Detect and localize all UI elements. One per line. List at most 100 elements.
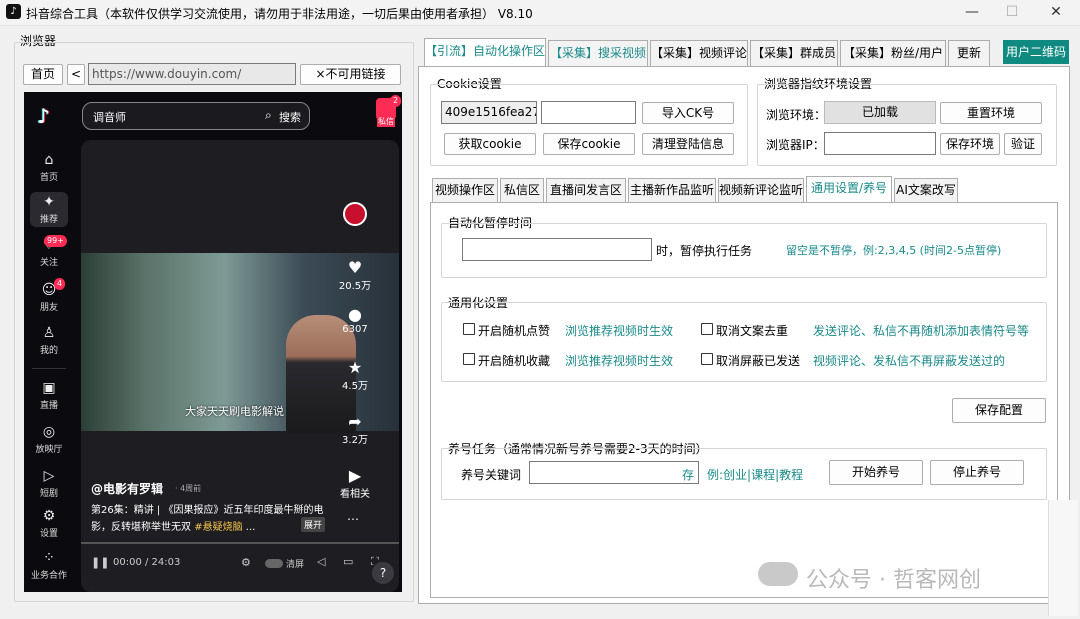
tab-collect-videos[interactable]: 【采集】搜采视频 (548, 40, 648, 66)
back-button[interactable]: < (67, 64, 85, 85)
video-desc-line1: 第26集：精讲 | 《因果报应》近五年印度最牛掰的电 (91, 505, 324, 516)
random-fav-checkbox[interactable] (463, 353, 475, 365)
pause-icon[interactable]: ❚❚ (91, 556, 109, 569)
douyin-webview[interactable]: ♪ ⌂首页 ✦推荐 ♡关注 99+ ☺朋友 4 ♙我的 ▣直播 ◎放映厅 ▷短剧… (24, 92, 402, 592)
nav-cinema[interactable]: ◎ 放映厅 (24, 424, 74, 455)
cancel-block-checkbox[interactable] (701, 353, 713, 365)
tab-collect-fans[interactable]: 【采集】粉丝/用户 (840, 40, 946, 66)
general-group (441, 302, 1047, 382)
play-icon: ▷ (43, 468, 55, 484)
nav-live[interactable]: ▣ 直播 (24, 380, 74, 411)
grid-icon: ⁘ (43, 550, 55, 566)
nav-home[interactable]: ⌂ 首页 (24, 152, 74, 183)
video-author[interactable]: @电影有罗辑 (91, 480, 163, 497)
clear-login-button[interactable]: 清理登陆信息 (642, 133, 734, 155)
window-title: 抖音综合工具（本软件仅供学习交流使用，请勿用于非法用途，一切后果由使用者承担） … (26, 7, 533, 21)
minimize-button[interactable]: — (958, 2, 986, 22)
url-input[interactable]: https://www.douyin.com/ (88, 63, 296, 85)
video-hashtag[interactable]: #悬疑烧脑 (194, 522, 242, 533)
subtab-dm[interactable]: 私信区 (500, 178, 544, 202)
video-time: 00:00 / 24:03 (113, 557, 181, 568)
import-ck-button[interactable]: 导入CK号 (642, 102, 734, 124)
comment-action[interactable]: ● 6307 (335, 305, 375, 335)
douyin-sidebar: ♪ ⌂首页 ✦推荐 ♡关注 99+ ☺朋友 4 ♙我的 ▣直播 ◎放映厅 ▷短剧… (24, 92, 74, 592)
video-progress-bar[interactable] (81, 542, 399, 544)
nav-short-drama[interactable]: ▷ 短剧 (24, 468, 74, 499)
random-like-checkbox[interactable] (463, 323, 475, 335)
favorite-action[interactable]: ★ 4.5万 (335, 358, 375, 392)
share-action[interactable]: ➦ 3.2万 (335, 412, 375, 446)
douyin-search-button[interactable]: 搜索 (279, 109, 301, 125)
wechat-icon (758, 562, 798, 586)
video-card[interactable]: 大家天天刷电影解说 ♥ 20.5万 ● 6307 ★ 4.5万 ➦ 3.2万 ▶ 看相关 … (81, 140, 399, 592)
tab-update[interactable]: 更新 (948, 40, 990, 66)
pause-suffix: 时，暂停执行任务 (656, 244, 753, 258)
save-env-button[interactable]: 保存环境 (940, 133, 1000, 155)
pip-icon[interactable]: ▭ (343, 555, 353, 568)
clear-screen-label: 清屏 (286, 560, 305, 570)
sparkle-icon: ✦ (43, 194, 55, 210)
nav-recommend[interactable]: ✦ 推荐 (30, 192, 68, 227)
app-logo-icon: ♪ (6, 4, 21, 19)
ip-label: 浏览器IP： (766, 138, 825, 152)
subtab-live-chat[interactable]: 直播间发言区 (546, 178, 626, 202)
friends-badge: 4 (54, 278, 66, 290)
friends-icon: ☺ (41, 282, 57, 298)
save-keyword-link[interactable]: 存 (682, 466, 694, 483)
play-circle-icon: ▶ (348, 466, 362, 485)
tab-collect-comments[interactable]: 【采集】视频评论 (650, 40, 748, 66)
cookie-value-input[interactable]: 409e1516fea278; (441, 101, 537, 124)
random-like-hint: 浏览推荐视频时生效 (565, 324, 674, 338)
clear-screen-toggle[interactable] (265, 559, 283, 568)
nav-settings[interactable]: ⚙ 设置 (24, 508, 74, 539)
cookie-second-input[interactable] (541, 101, 636, 124)
env-status: 已加载 (824, 101, 936, 124)
pause-hint: 留空是不暂停，例:2,3,4,5 (时间2-5点暂停) (786, 244, 1002, 257)
douyin-search-box[interactable]: 调音师 ⌕ 搜索 (82, 102, 310, 130)
browser-ip-input[interactable] (824, 132, 936, 155)
settings-small-icon[interactable]: ⚙ (241, 556, 251, 569)
tab-collect-members[interactable]: 【采集】群成员 (750, 40, 838, 66)
nav-business[interactable]: ⁘ 业务合作 (24, 550, 74, 581)
tv-icon: ▣ (42, 380, 56, 396)
cancel-dedupe-checkbox[interactable] (701, 323, 713, 335)
tab-traffic-automation[interactable]: 【引流】自动化操作区 (424, 38, 546, 67)
more-icon[interactable]: ⋯ (347, 512, 359, 526)
keyword-input[interactable] (529, 461, 699, 484)
start-nurture-button[interactable]: 开始养号 (829, 460, 923, 485)
nav-friends[interactable]: ☺ 朋友 (24, 282, 74, 313)
pause-time-input[interactable] (462, 238, 652, 261)
like-action[interactable]: ♥ 20.5万 (335, 258, 375, 292)
maximize-button[interactable]: ☐ (998, 2, 1026, 22)
cancel-block-label: 取消屏蔽已发送 (716, 354, 801, 368)
user-icon: ♙ (42, 325, 56, 341)
get-cookie-button[interactable]: 获取cookie (444, 133, 536, 155)
subtab-ai-rewrite[interactable]: AI文案改写 (894, 178, 958, 202)
reset-env-button[interactable]: 重置环境 (940, 102, 1042, 124)
stop-nurture-button[interactable]: 停止养号 (930, 460, 1024, 485)
subtab-video-ops[interactable]: 视频操作区 (432, 178, 498, 202)
save-config-button[interactable]: 保存配置 (952, 398, 1046, 423)
save-cookie-button[interactable]: 保存cookie (543, 133, 635, 155)
qr-code-button[interactable]: 用户二维码 (1003, 40, 1069, 64)
star-icon: ★ (347, 358, 363, 377)
related-action[interactable]: ▶ 看相关 (335, 466, 375, 500)
subtab-anchor-monitor[interactable]: 主播新作品监听 (628, 178, 716, 202)
close-button[interactable]: ✕ (1042, 2, 1070, 22)
cancel-dedupe-label: 取消文案去重 (716, 324, 789, 338)
volume-icon[interactable]: ◁ (317, 555, 325, 568)
expand-button[interactable]: 展开 (301, 517, 326, 532)
nav-me[interactable]: ♙ 我的 (24, 325, 74, 356)
disabled-link-button[interactable]: ×不可用链接 (300, 64, 401, 85)
help-button[interactable]: ? (372, 562, 394, 584)
keyword-example: 例:创业|课程|教程 (707, 468, 804, 482)
cinema-icon: ◎ (42, 424, 56, 440)
random-like-label: 开启随机点赞 (478, 324, 551, 338)
subtab-comment-monitor[interactable]: 视频新评论监听 (718, 178, 804, 202)
author-avatar[interactable] (343, 202, 367, 226)
watermark-text: 公众号 · 哲客网创 (806, 568, 981, 593)
subtab-general-settings[interactable]: 通用设置/养号 (806, 176, 892, 203)
verify-button[interactable]: 验证 (1004, 133, 1042, 155)
home-button[interactable]: 首页 (23, 64, 63, 85)
video-time-ago: · 4周前 (175, 484, 202, 493)
